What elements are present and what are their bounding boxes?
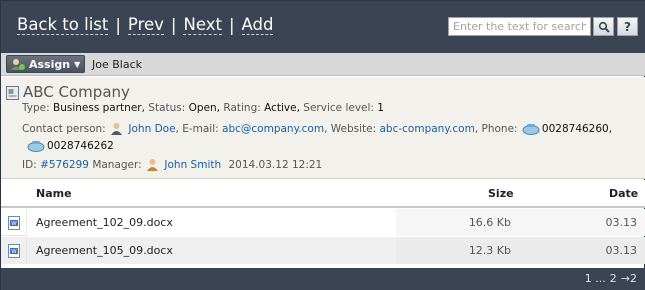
file-cell-icon: W bbox=[1, 209, 27, 236]
type-label: Type: bbox=[22, 102, 50, 114]
window-frame: Back to list | Prev | Next | Add ? Assig… bbox=[0, 0, 645, 290]
search-button[interactable] bbox=[593, 17, 614, 36]
assignee-name: Joe Black bbox=[92, 58, 142, 71]
help-button[interactable]: ? bbox=[617, 17, 638, 36]
table-header: Name Size Date bbox=[1, 180, 645, 208]
svg-text:W: W bbox=[11, 249, 17, 255]
created-datetime: 2014.03.12 12:21 bbox=[228, 159, 323, 171]
person-icon bbox=[147, 159, 159, 171]
column-header-name[interactable]: Name bbox=[36, 187, 72, 200]
contact-line: Contact person: John Doe, E-mail: abc@co… bbox=[22, 122, 612, 135]
website-label: , Website: bbox=[324, 123, 377, 135]
table-row[interactable]: W Agreement_102_09.docx 16.6 Kb 03.13 bbox=[1, 209, 645, 236]
file-size: 12.3 Kb bbox=[396, 237, 520, 264]
chevron-down-icon: ▼ bbox=[74, 59, 81, 69]
nav-separator: | bbox=[170, 15, 177, 35]
assign-user-icon bbox=[11, 58, 25, 70]
record-navigation: Back to list | Prev | Next | Add bbox=[17, 15, 274, 35]
add-link[interactable]: Add bbox=[241, 15, 274, 35]
contact-person-label: Contact person: bbox=[22, 123, 106, 135]
email-label: , E-mail: bbox=[175, 123, 219, 135]
website-link[interactable]: abc-company.com bbox=[380, 123, 475, 135]
person-icon bbox=[111, 123, 123, 135]
column-header-date[interactable]: Date bbox=[609, 187, 638, 200]
manager-label: Manager: bbox=[92, 159, 142, 171]
type-value: Business partner, bbox=[53, 102, 145, 114]
company-name: ABC Company bbox=[23, 83, 130, 101]
meta-line: ID: #576299 Manager: John Smith 2014.03.… bbox=[22, 158, 322, 171]
magnifier-icon bbox=[598, 21, 610, 33]
email-link[interactable]: abc@company.com bbox=[222, 123, 324, 135]
contact-person-link[interactable]: John Doe bbox=[128, 123, 175, 135]
company-card-icon bbox=[6, 86, 19, 100]
phone-icon[interactable] bbox=[27, 140, 45, 152]
assign-button-label: Assign bbox=[29, 57, 71, 71]
top-toolbar: Back to list | Prev | Next | Add ? bbox=[1, 1, 645, 53]
file-cell-icon: W bbox=[1, 237, 27, 264]
phone-number-2: 0028746262 bbox=[47, 140, 114, 152]
rating-label: Rating: bbox=[223, 102, 261, 114]
file-date: 03.13 bbox=[520, 237, 645, 264]
assign-bar: Assign ▼ Joe Black bbox=[1, 53, 645, 76]
id-label: ID: bbox=[22, 159, 37, 171]
pager-first[interactable]: 1 ... bbox=[585, 272, 606, 285]
table-row[interactable]: W Agreement_105_09.docx 12.3 Kb 03.13 bbox=[1, 237, 645, 264]
svg-text:W: W bbox=[11, 221, 17, 227]
search-input[interactable] bbox=[448, 17, 591, 36]
assign-button[interactable]: Assign ▼ bbox=[6, 55, 85, 73]
rating-value: Active, bbox=[264, 102, 300, 114]
word-document-icon: W bbox=[7, 243, 20, 258]
nav-separator: | bbox=[228, 15, 235, 35]
pagination: 1 ... 2 →2 bbox=[585, 272, 637, 285]
contact-line-continued: 0028746262 bbox=[26, 140, 114, 152]
service-level-label: Service level: bbox=[303, 102, 374, 114]
company-details-line: Type: Business partner, Status: Open, Ra… bbox=[22, 102, 384, 114]
next-link[interactable]: Next bbox=[183, 15, 222, 35]
service-level-value: 1 bbox=[377, 102, 384, 114]
nav-separator: | bbox=[115, 15, 121, 35]
file-date: 03.13 bbox=[520, 209, 645, 236]
status-value: Open, bbox=[188, 102, 221, 114]
back-to-list-link[interactable]: Back to list bbox=[17, 15, 109, 35]
pager-current: 2 bbox=[609, 272, 617, 285]
file-name[interactable]: Agreement_102_09.docx bbox=[27, 209, 396, 236]
footer-bar: 1 ... 2 →2 bbox=[1, 268, 645, 290]
file-name[interactable]: Agreement_105_09.docx bbox=[27, 237, 396, 264]
record-id-link[interactable]: #576299 bbox=[40, 159, 89, 171]
file-size: 16.6 Kb bbox=[396, 209, 520, 236]
prev-link[interactable]: Prev bbox=[127, 15, 164, 35]
pager-next[interactable]: →2 bbox=[621, 272, 637, 285]
phone-label: , Phone: bbox=[474, 123, 518, 135]
status-label: Status: bbox=[148, 102, 186, 114]
phone-number-1: 0028746260, bbox=[541, 123, 613, 135]
phone-icon[interactable] bbox=[522, 123, 540, 135]
column-header-size[interactable]: Size bbox=[488, 187, 514, 200]
word-document-icon: W bbox=[7, 215, 20, 230]
company-info-panel: ABC Company Type: Business partner, Stat… bbox=[1, 77, 645, 179]
manager-link[interactable]: John Smith bbox=[164, 159, 221, 171]
